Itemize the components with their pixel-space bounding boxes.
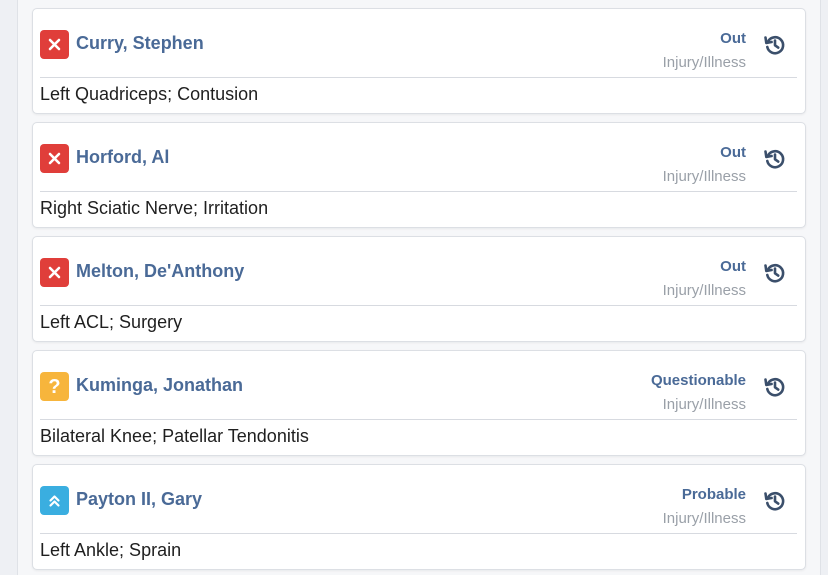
player-name[interactable]: Curry, Stephen [76, 33, 204, 54]
divider [40, 419, 797, 420]
divider [40, 191, 797, 192]
status-questionable-icon: ? [40, 372, 69, 401]
injury-description: Left ACL; Surgery [40, 312, 183, 332]
status-type: Injury/Illness [662, 510, 746, 527]
injury-description: Bilateral Knee; Patellar Tendonitis [40, 426, 309, 446]
status-type: Injury/Illness [662, 396, 746, 413]
status-label: Questionable [650, 372, 746, 389]
status-out-icon [40, 144, 69, 173]
player-card: Payton II, Gary Probable Injury/Illness … [32, 464, 806, 570]
status-out-icon [40, 30, 69, 59]
status-label: Out [720, 30, 746, 47]
status-type: Injury/Illness [662, 54, 746, 71]
injury-description: Left Ankle; Sprain [40, 540, 182, 560]
history-icon[interactable] [761, 145, 789, 173]
player-name[interactable]: Horford, Al [76, 147, 169, 168]
injury-description: Left Quadriceps; Contusion [40, 84, 259, 104]
history-icon[interactable] [761, 487, 789, 515]
divider [40, 533, 797, 534]
divider [40, 77, 797, 78]
status-out-icon [40, 258, 69, 287]
player-name[interactable]: Payton II, Gary [76, 489, 202, 510]
history-icon[interactable] [761, 259, 789, 287]
history-icon[interactable] [761, 31, 789, 59]
status-label: Out [720, 144, 746, 161]
history-icon[interactable] [761, 373, 789, 401]
status-type: Injury/Illness [662, 282, 746, 299]
player-card: ? Kuminga, Jonathan Questionable Injury/… [32, 350, 806, 456]
player-card: Melton, De'Anthony Out Injury/Illness Le… [32, 236, 806, 342]
player-name[interactable]: Melton, De'Anthony [76, 261, 244, 282]
status-type: Injury/Illness [662, 168, 746, 185]
status-label: Probable [681, 486, 746, 503]
player-card: Horford, Al Out Injury/Illness Right Sci… [32, 122, 806, 228]
player-card: Curry, Stephen Out Injury/Illness Left Q… [32, 8, 806, 114]
status-probable-icon [40, 486, 69, 515]
player-name[interactable]: Kuminga, Jonathan [76, 375, 243, 396]
divider [40, 305, 797, 306]
injury-report-panel: Curry, Stephen Out Injury/Illness Left Q… [17, 0, 821, 575]
status-label: Out [720, 258, 746, 275]
injury-description: Right Sciatic Nerve; Irritation [40, 198, 269, 218]
